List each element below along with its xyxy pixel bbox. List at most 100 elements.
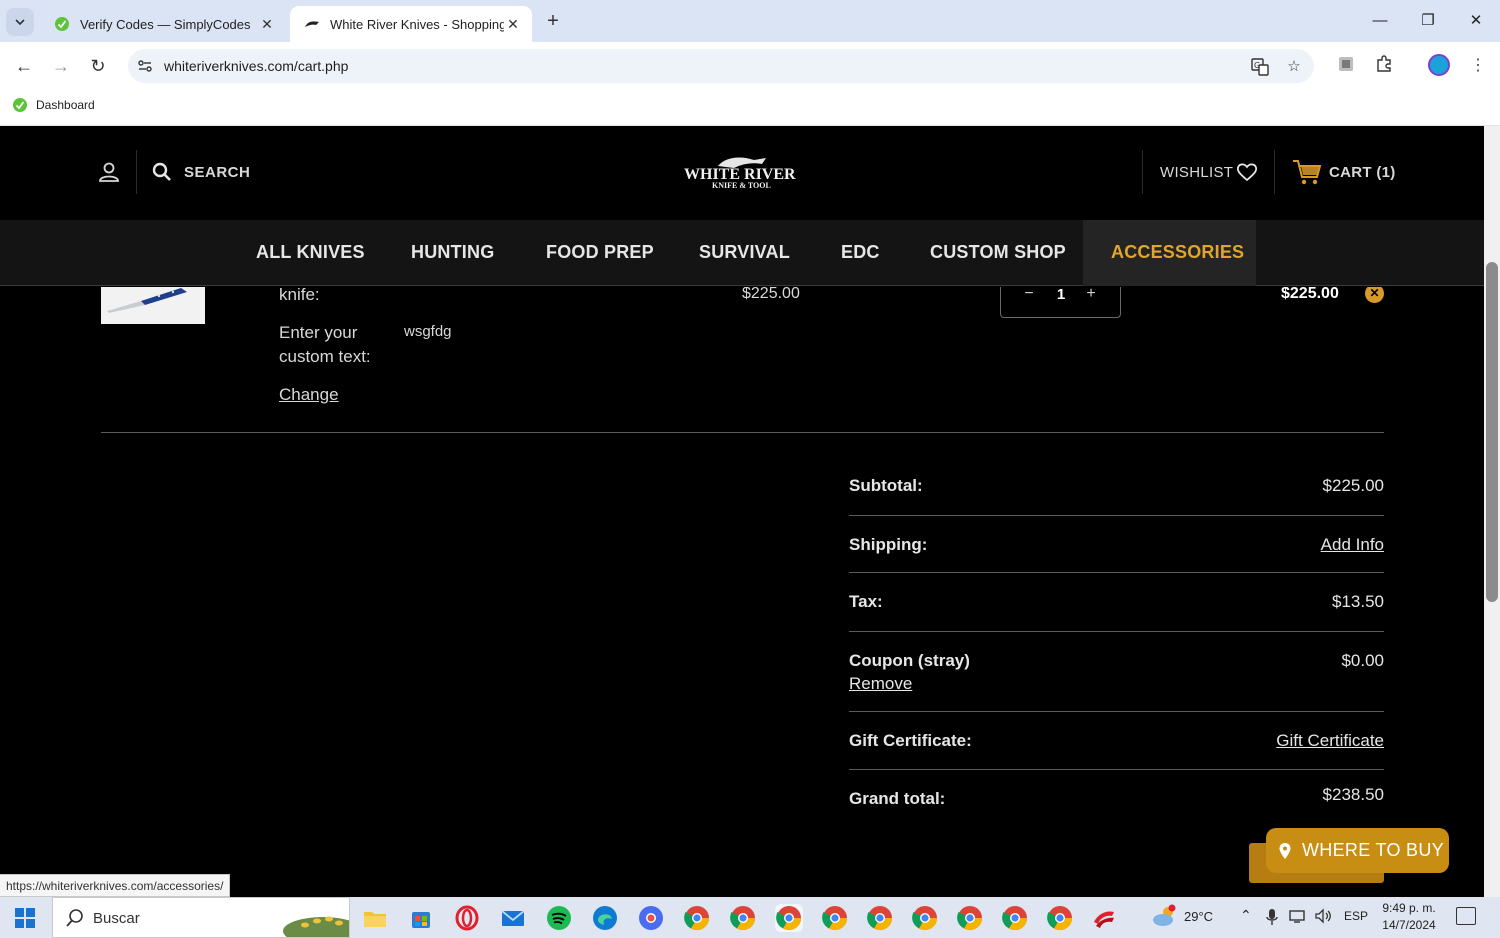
heart-icon[interactable]: [1236, 162, 1258, 182]
chevron-up-icon[interactable]: ⌃: [1240, 907, 1252, 924]
red-app-icon[interactable]: [1090, 904, 1118, 932]
puzzle-extensions-icon[interactable]: [1372, 55, 1396, 77]
header-divider: [1142, 150, 1143, 194]
nav-item-edc[interactable]: EDC: [841, 242, 880, 263]
tab-search-button[interactable]: [6, 8, 34, 36]
extension-icon[interactable]: [1334, 55, 1358, 77]
main-navigation: ALL KNIVES HUNTING FOOD PREP SURVIVAL ED…: [0, 220, 1484, 286]
white-river-logo[interactable]: WHITE RIVER KNIFE & TOOL: [682, 154, 804, 192]
cart-link[interactable]: CART (1): [1329, 164, 1396, 181]
kebab-menu-icon[interactable]: ⋮: [1466, 55, 1490, 77]
new-tab-button[interactable]: +: [540, 9, 566, 35]
coupon-value: $0.00: [1341, 651, 1384, 670]
tab-close-icon[interactable]: ✕: [504, 16, 522, 33]
quantity-value[interactable]: 1: [1053, 287, 1069, 303]
nav-item-survival[interactable]: SURVIVAL: [699, 242, 790, 263]
edge-icon[interactable]: [591, 904, 619, 932]
tab-simplycodes[interactable]: Verify Codes — SimplyCodes ✕: [40, 6, 286, 42]
browser-toolbar: ← → ↻ whiteriverknives.com/cart.php G ☆ …: [0, 42, 1500, 90]
weather-temperature[interactable]: 29°C: [1184, 909, 1213, 924]
nav-item-all-knives[interactable]: ALL KNIVES: [256, 242, 365, 263]
knife-image-icon: [101, 287, 205, 324]
quantity-increase-button[interactable]: +: [1081, 287, 1101, 303]
map-pin-icon: [1279, 842, 1291, 859]
chrome-profile-icon[interactable]: [637, 904, 665, 932]
cart-content: knife: $225.00 − 1 + $225.00 ✕ Enter you…: [0, 287, 1484, 897]
nav-item-hunting[interactable]: HUNTING: [411, 242, 494, 263]
nav-item-food-prep[interactable]: FOOD PREP: [546, 242, 654, 263]
network-icon[interactable]: [1288, 908, 1308, 927]
reload-icon[interactable]: ↻: [84, 52, 112, 80]
volume-icon[interactable]: [1314, 908, 1332, 927]
bookmark-star-icon[interactable]: ☆: [1284, 57, 1304, 77]
bookmark-label: Dashboard: [36, 98, 95, 112]
chrome-icon[interactable]: [821, 904, 849, 932]
account-user-icon[interactable]: [97, 160, 121, 184]
where-to-buy-button[interactable]: WHERE TO BUY: [1266, 828, 1449, 873]
chrome-icon[interactable]: [1046, 904, 1074, 932]
browser-tabstrip: Verify Codes — SimplyCodes ✕ White River…: [0, 0, 1500, 42]
system-clock[interactable]: 9:49 p. m. 14/7/2024: [1378, 900, 1440, 934]
chrome-icon[interactable]: [866, 904, 894, 932]
microsoft-store-icon[interactable]: [407, 904, 435, 932]
gift-certificate-link[interactable]: Gift Certificate: [1276, 731, 1384, 751]
forward-arrow-icon[interactable]: →: [47, 52, 75, 80]
windows-start-icon[interactable]: [14, 907, 36, 929]
translate-icon[interactable]: G: [1250, 57, 1270, 77]
chrome-icon[interactable]: [956, 904, 984, 932]
taskbar-search[interactable]: Buscar: [52, 897, 350, 938]
shipping-row: Shipping: Add Info: [849, 516, 1384, 573]
address-bar[interactable]: whiteriverknives.com/cart.php G ☆: [128, 49, 1314, 83]
mail-icon[interactable]: [499, 904, 527, 932]
tab-close-icon[interactable]: ✕: [258, 16, 276, 33]
shopping-cart-icon[interactable]: [1292, 157, 1322, 187]
opera-icon[interactable]: [453, 904, 481, 932]
header-divider: [136, 150, 137, 194]
tab-white-river-cart[interactable]: White River Knives - Shopping Cart ✕: [290, 6, 532, 42]
site-info-icon[interactable]: [136, 57, 154, 75]
windows-taskbar: Buscar 29°C ⌃ ESP 9:49 p. m. 14/7/2024: [0, 897, 1500, 938]
product-thumbnail[interactable]: [101, 287, 205, 324]
custom-text-value: wsgfdg: [404, 323, 452, 340]
change-options-link[interactable]: Change: [279, 385, 339, 405]
white-river-favicon-icon: [304, 16, 320, 32]
gift-certificate-row: Gift Certificate: Gift Certificate: [849, 712, 1384, 770]
remove-item-button[interactable]: ✕: [1365, 287, 1384, 303]
file-explorer-icon[interactable]: [361, 904, 389, 932]
logo-icon: WHITE RIVER KNIFE & TOOL: [684, 157, 796, 190]
chrome-icon[interactable]: [683, 904, 711, 932]
search-highlight-art-icon: [283, 916, 349, 937]
taskbar-search-placeholder: Buscar: [93, 910, 140, 927]
notifications-icon[interactable]: [1456, 907, 1476, 925]
search-icon[interactable]: [152, 162, 172, 182]
minimize-button[interactable]: —: [1360, 8, 1400, 34]
tax-label: Tax:: [849, 592, 883, 611]
language-indicator[interactable]: ESP: [1344, 909, 1368, 923]
microphone-icon[interactable]: [1266, 908, 1278, 929]
maximize-button[interactable]: ❐: [1408, 8, 1448, 34]
profile-avatar[interactable]: [1428, 54, 1450, 76]
grand-total-row: Grand total: $238.50: [849, 770, 1384, 826]
close-window-button[interactable]: ✕: [1456, 8, 1496, 34]
shipping-add-info-link[interactable]: Add Info: [1321, 535, 1384, 555]
spotify-icon[interactable]: [545, 904, 573, 932]
chrome-icon[interactable]: [1001, 904, 1029, 932]
site-header: SEARCH WHITE RIVER KNIFE & TOOL WISHLIST…: [0, 126, 1484, 220]
quantity-decrease-button[interactable]: −: [1019, 287, 1039, 303]
grand-total-label: Grand total:: [849, 789, 946, 808]
chrome-icon[interactable]: [911, 904, 939, 932]
nav-item-custom-shop[interactable]: CUSTOM SHOP: [930, 242, 1066, 263]
tax-row: Tax: $13.50: [849, 573, 1384, 632]
coupon-row: Coupon (stray) $0.00 Remove: [849, 632, 1384, 712]
search-button[interactable]: SEARCH: [184, 164, 250, 181]
weather-cloud-icon[interactable]: [1150, 902, 1178, 930]
scrollbar-thumb[interactable]: [1486, 262, 1498, 602]
bookmark-dashboard[interactable]: Dashboard: [12, 97, 95, 113]
wishlist-link[interactable]: WISHLIST: [1160, 164, 1233, 181]
chrome-icon[interactable]: [729, 904, 757, 932]
tax-value: $13.50: [1332, 592, 1384, 611]
chrome-active-icon[interactable]: [775, 904, 803, 932]
coupon-remove-link[interactable]: Remove: [849, 674, 912, 694]
nav-item-accessories[interactable]: ACCESSORIES: [1111, 242, 1244, 263]
back-arrow-icon[interactable]: ←: [10, 52, 38, 80]
